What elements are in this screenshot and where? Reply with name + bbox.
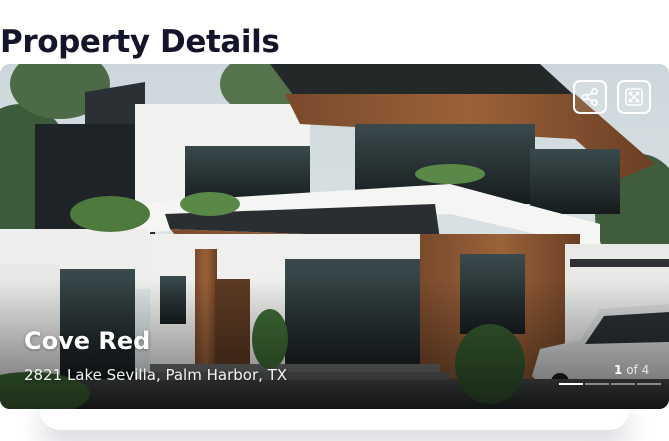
slide-indicators <box>559 383 661 385</box>
slide-indicator-3[interactable] <box>611 383 635 385</box>
slide-counter: 1 of 4 <box>614 363 649 377</box>
expand-button[interactable] <box>617 80 651 114</box>
slide-indicator-4[interactable] <box>637 383 661 385</box>
slide-counter-current: 1 <box>614 363 623 377</box>
property-details-page: Property Details Cove Red 2821 Lake Sevi… <box>0 0 669 441</box>
property-name: Cove Red <box>24 327 151 355</box>
slide-indicator-1[interactable] <box>559 383 583 385</box>
property-photo-card[interactable]: Cove Red 2821 Lake Sevilla, Palm Harbor,… <box>0 64 669 409</box>
share-button[interactable] <box>573 80 607 114</box>
slide-indicator-2[interactable] <box>585 383 609 385</box>
share-icon <box>581 88 598 106</box>
slide-counter-total: 4 <box>641 363 650 377</box>
page-title: Property Details <box>0 23 280 60</box>
property-address: 2821 Lake Sevilla, Palm Harbor, TX <box>24 366 288 384</box>
expand-icon <box>625 88 643 106</box>
slide-counter-separator: of <box>626 363 638 377</box>
